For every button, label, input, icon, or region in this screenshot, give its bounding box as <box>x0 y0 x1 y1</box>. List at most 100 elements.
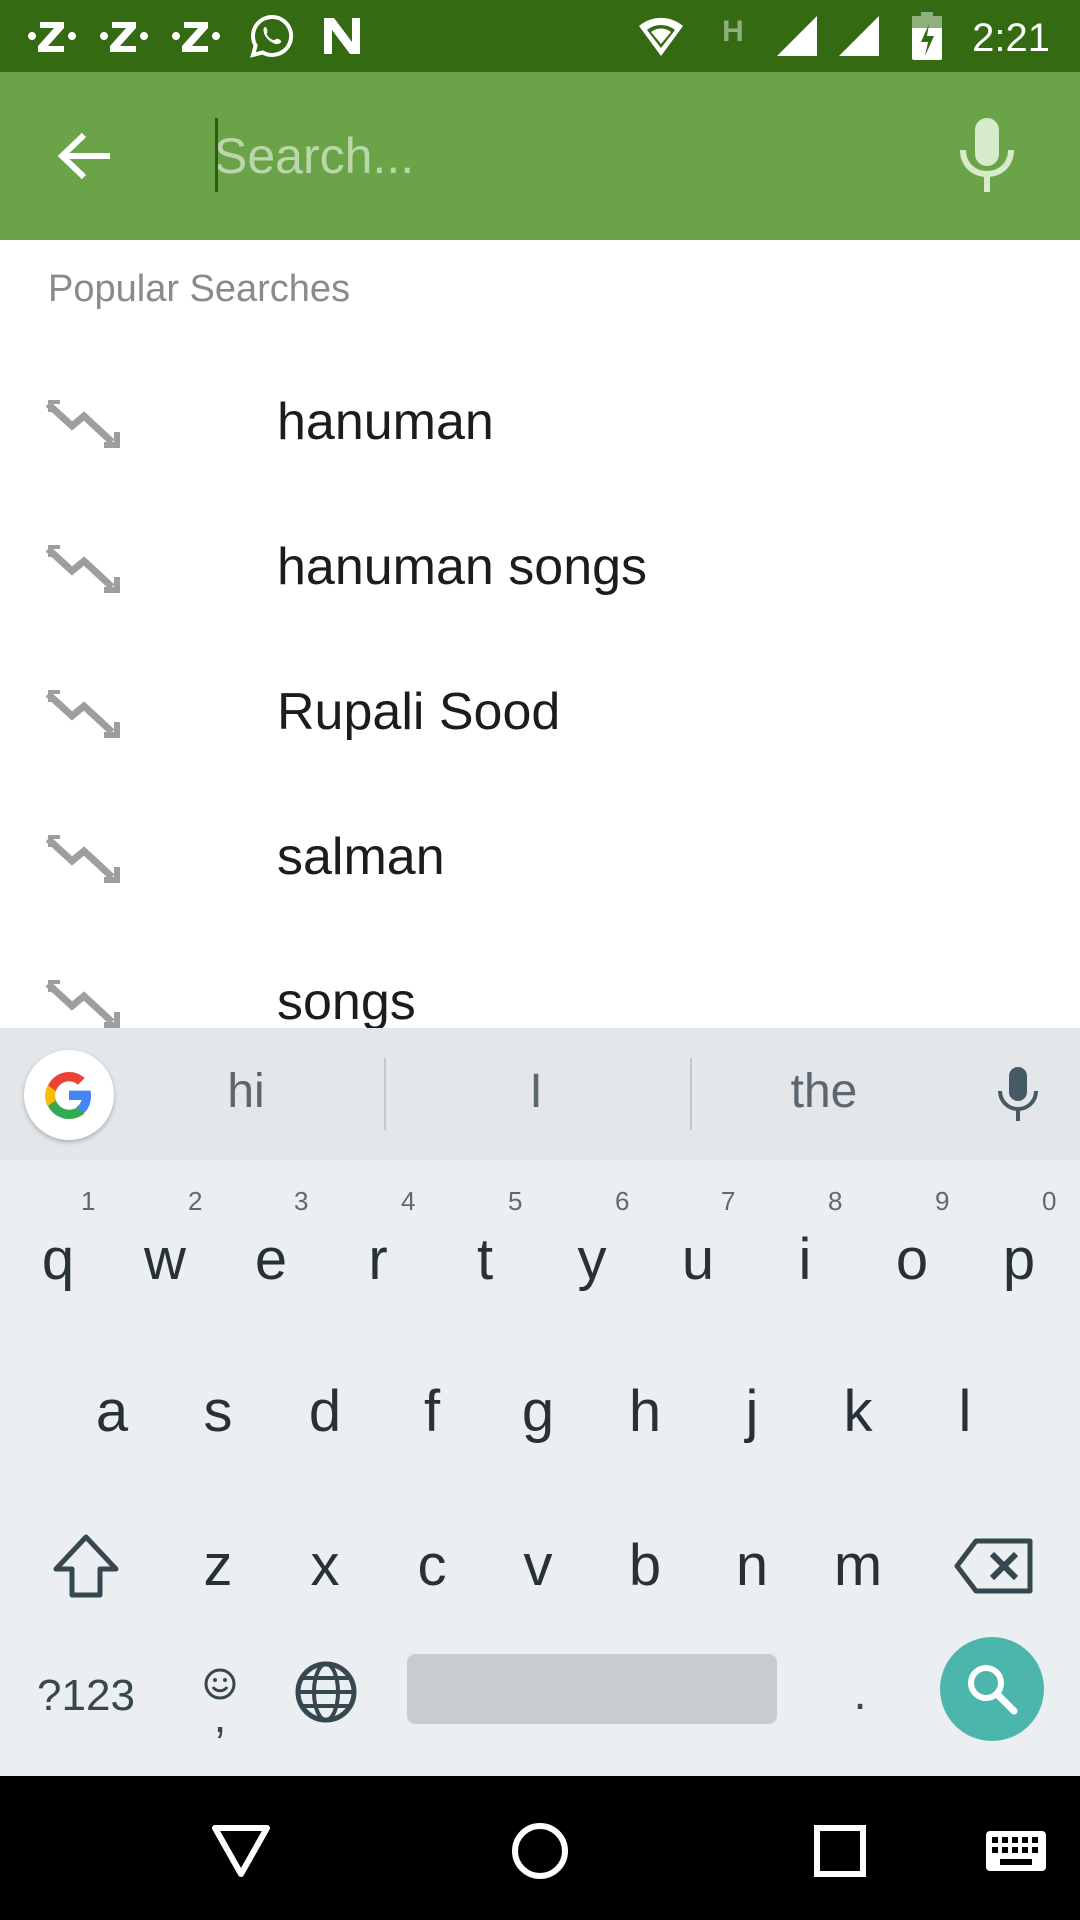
key-z[interactable]: z <box>168 1506 268 1626</box>
wifi-icon <box>636 10 686 62</box>
period-key[interactable]: . <box>820 1648 900 1738</box>
nav-home-button[interactable] <box>495 1806 585 1896</box>
z-notification-icon <box>96 10 152 62</box>
list-item-label: hanuman songs <box>277 538 648 596</box>
key-p[interactable]: p <box>969 1200 1069 1320</box>
list-item-label: hanuman <box>277 393 494 451</box>
n-notification-icon <box>318 10 366 62</box>
keyboard-search-key[interactable] <box>940 1637 1044 1741</box>
backspace-icon <box>954 1538 1033 1594</box>
popular-searches-list: hanuman hanuman songs Rupali Sood salman… <box>0 356 1080 1028</box>
key-r[interactable]: r <box>328 1200 428 1320</box>
trending-icon <box>45 400 120 448</box>
key-y[interactable]: y <box>542 1200 642 1320</box>
keyboard-switch-button[interactable] <box>974 1806 1058 1896</box>
key-c[interactable]: c <box>382 1506 482 1626</box>
word-suggestion[interactable]: hi <box>156 1064 336 1119</box>
key-b[interactable]: b <box>595 1506 695 1626</box>
key-s[interactable]: s <box>168 1352 268 1472</box>
suggestion-divider <box>690 1058 692 1130</box>
mic-icon <box>998 1067 1038 1121</box>
symbols-key[interactable]: ?123 <box>24 1654 148 1738</box>
key-v[interactable]: v <box>488 1506 588 1626</box>
key-hint: 5 <box>508 1186 523 1216</box>
key-x[interactable]: x <box>275 1506 375 1626</box>
trending-icon <box>45 690 120 738</box>
key-i[interactable]: i <box>755 1200 855 1320</box>
key-hint: 0 <box>1042 1186 1057 1216</box>
signal-icon <box>774 10 820 62</box>
z-notification-icon <box>168 10 224 62</box>
backspace-key[interactable] <box>944 1506 1044 1626</box>
emoji-comma-key[interactable]: , <box>184 1644 256 1754</box>
shift-icon <box>53 1534 119 1598</box>
list-item[interactable]: songs <box>0 936 1080 1028</box>
keyboard-suggestion-strip: hi I the <box>0 1028 1080 1160</box>
list-item[interactable]: salman <box>0 791 1080 936</box>
back-triangle-icon <box>212 1825 270 1877</box>
space-key[interactable] <box>407 1654 777 1724</box>
key-hint: 4 <box>401 1186 416 1216</box>
globe-icon <box>295 1661 357 1723</box>
trending-icon <box>45 545 120 593</box>
key-hint: 2 <box>188 1186 203 1216</box>
trending-icon <box>45 980 120 1028</box>
back-button[interactable] <box>38 110 130 202</box>
list-item-label: songs <box>277 973 416 1028</box>
list-item[interactable]: hanuman songs <box>0 501 1080 646</box>
text-cursor <box>215 118 218 192</box>
language-key[interactable] <box>286 1652 366 1732</box>
search-input[interactable] <box>214 116 914 196</box>
key-o[interactable]: o <box>862 1200 962 1320</box>
word-suggestion[interactable]: the <box>734 1064 914 1119</box>
status-time: 2:21 <box>972 16 1050 60</box>
comma-label: , <box>213 1690 227 1742</box>
shift-key[interactable] <box>36 1506 136 1626</box>
google-button[interactable] <box>24 1050 114 1140</box>
search-icon <box>968 1665 1018 1715</box>
key-f[interactable]: f <box>382 1352 482 1472</box>
suggestion-divider <box>384 1058 386 1130</box>
key-n[interactable]: n <box>702 1506 802 1626</box>
trending-icon <box>45 835 120 883</box>
key-w[interactable]: w <box>115 1200 215 1320</box>
key-hint: 9 <box>935 1186 950 1216</box>
key-g[interactable]: g <box>488 1352 588 1472</box>
key-k[interactable]: k <box>808 1352 908 1472</box>
key-d[interactable]: d <box>275 1352 375 1472</box>
keyboard-icon <box>986 1831 1046 1871</box>
voice-search-button[interactable] <box>944 112 1030 198</box>
key-e[interactable]: e <box>221 1200 321 1320</box>
status-bar: H 2:21 <box>0 0 1080 72</box>
nav-recents-button[interactable] <box>795 1806 885 1896</box>
key-hint: 1 <box>81 1186 96 1216</box>
list-item[interactable]: hanuman <box>0 356 1080 501</box>
home-circle-icon <box>512 1823 568 1879</box>
key-hint: 3 <box>294 1186 309 1216</box>
key-j[interactable]: j <box>702 1352 802 1472</box>
signal-icon <box>836 10 882 62</box>
key-l[interactable]: l <box>915 1352 1015 1472</box>
key-t[interactable]: t <box>435 1200 535 1320</box>
key-hint: 6 <box>615 1186 630 1216</box>
list-item[interactable]: Rupali Sood <box>0 646 1080 791</box>
network-type-label: H <box>722 15 744 48</box>
key-u[interactable]: u <box>648 1200 748 1320</box>
recents-square-icon <box>814 1825 866 1877</box>
key-h[interactable]: h <box>595 1352 695 1472</box>
battery-charging-icon <box>910 10 944 62</box>
word-suggestion[interactable]: I <box>446 1064 626 1119</box>
key-a[interactable]: a <box>62 1352 162 1472</box>
google-g-icon <box>45 1072 91 1119</box>
key-q[interactable]: q <box>8 1200 108 1320</box>
key-hint: 7 <box>721 1186 736 1216</box>
mic-icon <box>960 118 1014 192</box>
soft-keyboard: hi I the q w e r t y u i o p 1 2 3 4 5 6… <box>0 1028 1080 1776</box>
popular-searches-heading: Popular Searches <box>48 268 351 310</box>
nav-back-button[interactable] <box>196 1806 286 1896</box>
search-app-bar <box>0 72 1080 240</box>
keyboard-mic-button[interactable] <box>986 1062 1050 1126</box>
list-item-label: salman <box>277 828 445 886</box>
list-item-label: Rupali Sood <box>277 683 561 741</box>
key-m[interactable]: m <box>808 1506 908 1626</box>
